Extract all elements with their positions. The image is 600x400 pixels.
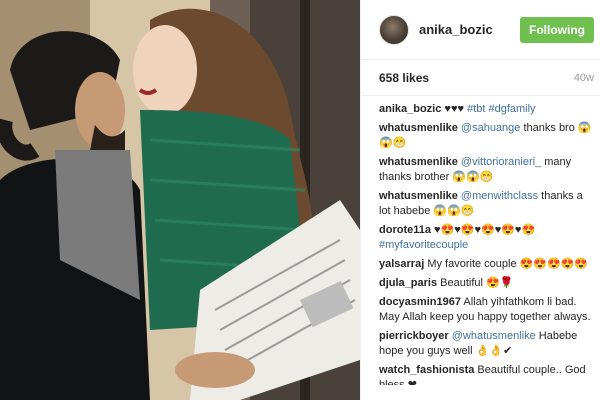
comment-item: pierrickboyer @whatusmenlike Habebe hope… — [379, 329, 592, 359]
comment-username[interactable]: dorote11a — [379, 224, 431, 236]
comment-text: ♥♥♥ — [441, 103, 468, 115]
comment-username[interactable]: watch_fashionista — [379, 364, 474, 376]
comment-item: yalsarraj My favorite couple 😍😍😍😍😍 — [379, 257, 592, 272]
comment-username[interactable]: whatusmenlike — [379, 122, 458, 134]
comment-mention[interactable]: @menwithclass — [461, 190, 538, 202]
post-header: anika_bozic Following — [361, 0, 600, 60]
comment-item: docyasmin1967 Allah yihfathkom li bad. M… — [379, 295, 592, 325]
following-button[interactable]: Following — [520, 16, 594, 43]
comment-username[interactable]: whatusmenlike — [379, 190, 458, 202]
post-photo-art — [0, 0, 360, 400]
post-side-panel: anika_bozic Following 658 likes 40w anik… — [360, 0, 600, 400]
comment-text: My favorite couple 😍😍😍😍😍 — [427, 258, 589, 270]
post-photo — [0, 0, 360, 400]
comment-text: Beautiful 😍🌹 — [440, 277, 514, 289]
comment-username[interactable]: yalsarraj — [379, 258, 424, 270]
comment-item: watch_fashionista Beautiful couple.. God… — [379, 363, 592, 385]
post-age: 40w — [573, 71, 594, 84]
comment-username[interactable]: djula_paris — [379, 277, 437, 289]
comment-item: dorote11a ♥😍♥😍♥😍♥😍♥😍 #myfavoritecouple — [379, 223, 592, 253]
comment-username[interactable]: whatusmenlike — [379, 156, 458, 168]
comment-mention[interactable]: @sahuange — [461, 122, 521, 134]
post-meta: 658 likes 40w — [361, 60, 600, 96]
comment-username[interactable]: docyasmin1967 — [379, 296, 461, 308]
comment-username[interactable]: pierrickboyer — [379, 330, 449, 342]
comment-item: whatusmenlike @vittorioranieri_ many tha… — [379, 155, 592, 185]
avatar[interactable] — [379, 14, 409, 45]
comment-item: whatusmenlike @sahuange thanks bro 😱😱😁 — [379, 121, 592, 151]
comment-item: whatusmenlike @menwithclass thanks a lot… — [379, 189, 592, 219]
comment-mention[interactable]: @vittorioranieri_ — [461, 156, 541, 168]
comment-hashtags[interactable]: #myfavoritecouple — [379, 239, 468, 251]
post-author-username[interactable]: anika_bozic — [419, 22, 520, 37]
comment-mention[interactable]: @whatusmenlike — [452, 330, 536, 342]
comment-text: ♥😍♥😍♥😍♥😍♥😍 — [430, 224, 536, 236]
likes-count[interactable]: 658 likes — [379, 71, 429, 85]
comment-username[interactable]: anika_bozic — [379, 103, 441, 115]
comment-item: djula_paris Beautiful 😍🌹 — [379, 276, 592, 291]
comment-hashtags[interactable]: #tbt #dgfamily — [467, 103, 535, 115]
comments-list: anika_bozic ♥♥♥ #tbt #dgfamily whatusmen… — [361, 96, 600, 385]
comment-item: anika_bozic ♥♥♥ #tbt #dgfamily — [379, 102, 592, 117]
